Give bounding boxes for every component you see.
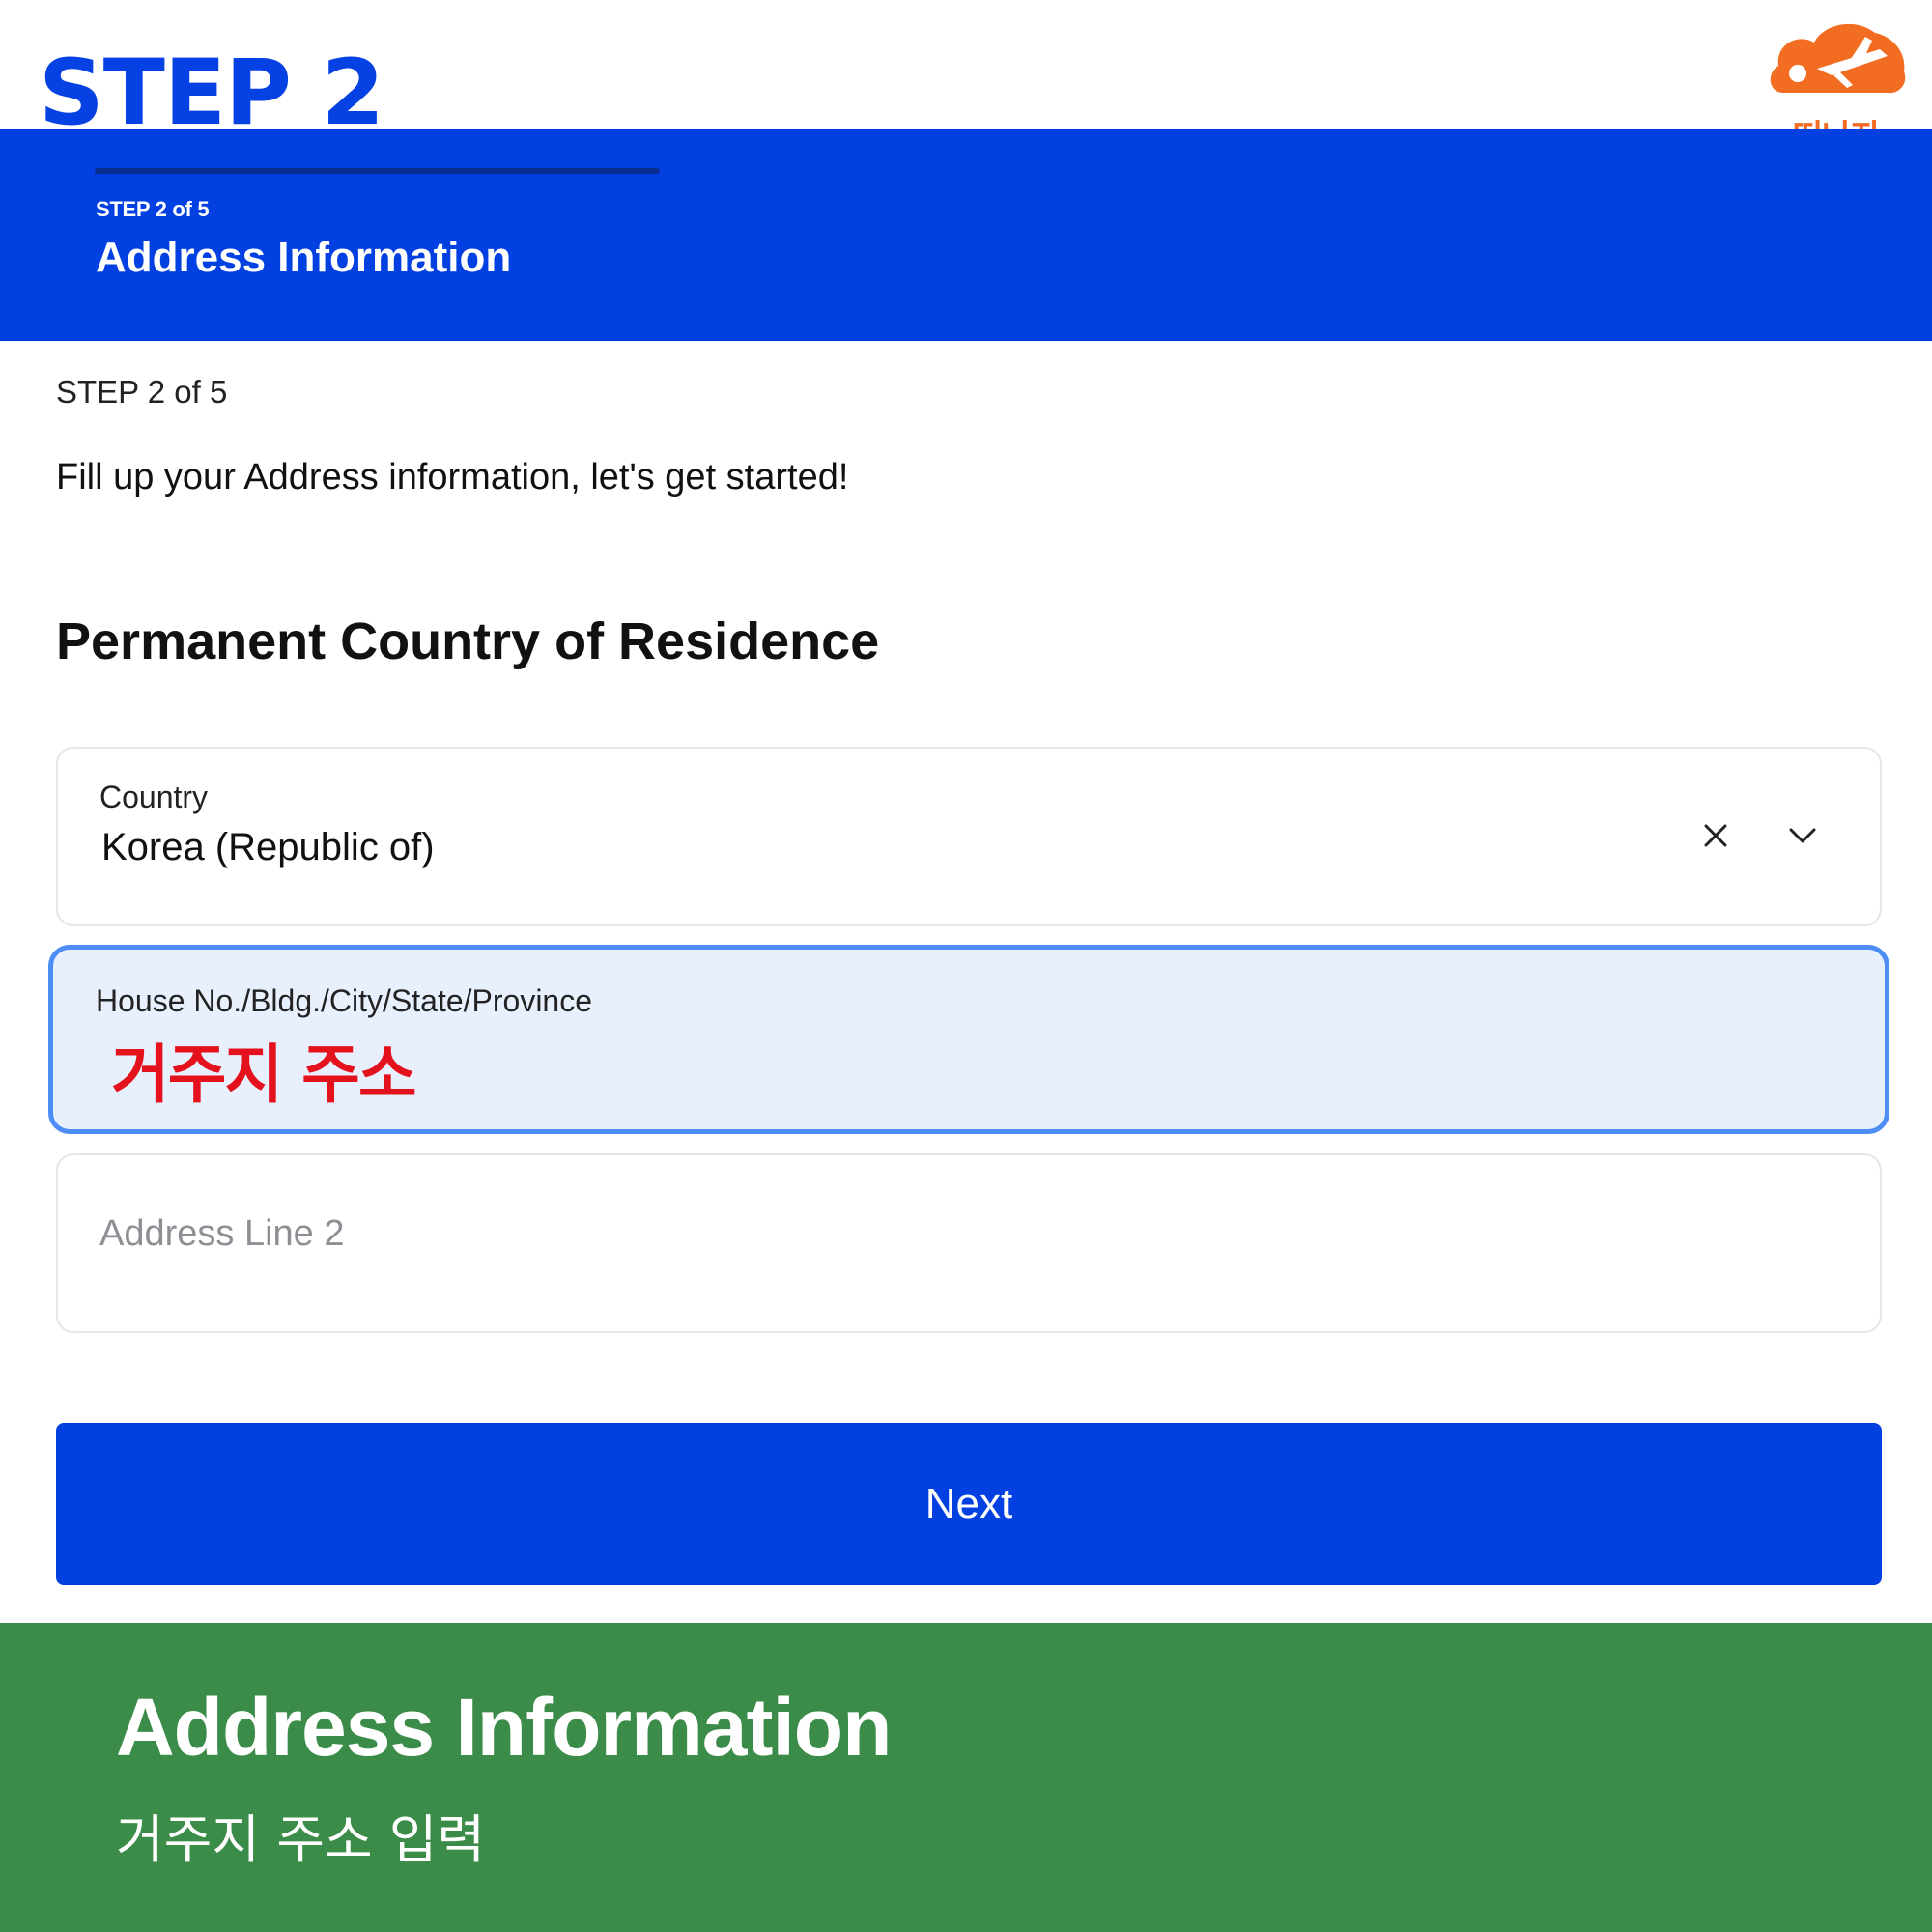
caption-band: Address Information 거주지 주소 입력 bbox=[0, 1623, 1932, 1932]
address-line2-field[interactable]: Address Line 2 bbox=[56, 1153, 1882, 1333]
progress-fill bbox=[95, 168, 321, 174]
intro-text: Fill up your Address information, let's … bbox=[56, 457, 849, 497]
top-banner: STEP 2 bbox=[0, 0, 1932, 139]
country-value: Korea (Republic of) bbox=[101, 826, 435, 868]
step-heading: STEP 2 bbox=[39, 41, 384, 146]
country-select[interactable]: Country Korea (Republic of) bbox=[56, 747, 1882, 926]
address-line1-label: House No./Bldg./City/State/Province bbox=[96, 983, 593, 1018]
address-line1-field[interactable]: House No./Bldg./City/State/Province 거주지 … bbox=[48, 945, 1889, 1134]
step-indicator: STEP 2 of 5 bbox=[56, 374, 228, 410]
address-annotation: 거주지 주소 bbox=[111, 1037, 417, 1112]
country-label: Country bbox=[99, 780, 209, 814]
header-title: Address Information bbox=[96, 234, 512, 281]
form-header: STEP 2 of 5 Address Information bbox=[0, 129, 1932, 341]
chevron-down-icon[interactable] bbox=[1783, 816, 1822, 855]
section-title: Permanent Country of Residence bbox=[56, 612, 880, 670]
next-button[interactable]: Next bbox=[56, 1423, 1882, 1585]
address-line2-placeholder: Address Line 2 bbox=[99, 1213, 345, 1254]
progress-bar bbox=[95, 168, 660, 174]
header-step-label: STEP 2 of 5 bbox=[96, 197, 210, 221]
caption-subtitle: 거주지 주소 입력 bbox=[116, 1809, 486, 1870]
airplane-cloud-icon bbox=[1770, 23, 1906, 94]
close-icon[interactable] bbox=[1696, 816, 1735, 855]
caption-title: Address Information bbox=[116, 1682, 892, 1773]
form-content: STEP 2 of 5 Fill up your Address informa… bbox=[0, 341, 1932, 1623]
